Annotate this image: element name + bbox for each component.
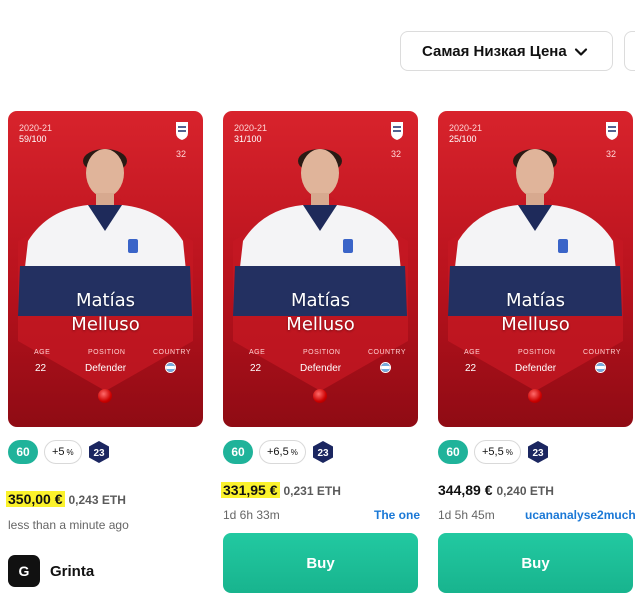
level-hexagon-icon: 23 bbox=[88, 441, 109, 463]
player-last-name: Melluso bbox=[71, 314, 140, 335]
country-label: COUNTRY bbox=[583, 349, 621, 356]
seller-link[interactable]: ucananalyse2much bbox=[525, 508, 635, 522]
buy-button[interactable]: Buy bbox=[438, 533, 633, 593]
ball-icon bbox=[528, 389, 542, 403]
argentina-flag-icon bbox=[380, 362, 391, 373]
buy-button[interactable]: Buy bbox=[223, 533, 418, 593]
card-season: 2020-21 bbox=[19, 123, 53, 133]
card-shirt-number: 32 bbox=[390, 149, 401, 159]
player-last-name: Melluso bbox=[501, 314, 570, 335]
age-value: 22 bbox=[250, 363, 262, 374]
country-label: COUNTRY bbox=[153, 349, 191, 356]
price-eur: 350,00 € bbox=[6, 491, 65, 507]
position-value: Defender bbox=[85, 363, 127, 374]
player-name: Matías Melluso bbox=[223, 289, 418, 337]
card-season: 2020-21 bbox=[234, 123, 268, 133]
owner-name[interactable]: Grinta bbox=[50, 563, 94, 580]
player-name: Matías Melluso bbox=[438, 289, 633, 337]
listing-time: less than a minute ago bbox=[8, 518, 129, 532]
seller-link[interactable]: The one bbox=[374, 508, 420, 522]
position-label: POSITION bbox=[88, 349, 126, 356]
position-value: Defender bbox=[300, 363, 342, 374]
price-eth: 0,243 ETH bbox=[68, 493, 126, 507]
bonus-badge: +6,5% bbox=[259, 440, 306, 464]
club-crest-icon bbox=[391, 122, 403, 140]
price-row: 344,89 € 0,240 ETH bbox=[438, 482, 554, 498]
card-season: 2020-21 bbox=[449, 123, 483, 133]
age-value: 22 bbox=[35, 363, 47, 374]
player-image bbox=[18, 149, 192, 316]
score-badge: 60 bbox=[223, 440, 253, 464]
card-badges: 60 +5,5% 23 bbox=[438, 440, 550, 464]
argentina-flag-icon bbox=[165, 362, 176, 373]
level-hexagon-icon: 23 bbox=[312, 441, 333, 463]
ball-icon bbox=[313, 389, 327, 403]
filter-button[interactable] bbox=[624, 31, 635, 71]
sort-dropdown[interactable]: Самая Низкая Цена bbox=[400, 31, 613, 71]
price-eur: 344,89 € bbox=[438, 482, 493, 498]
age-label: AGE bbox=[34, 349, 51, 356]
player-card[interactable]: 2020-21 25/100 32 Matías Melluso AGE POS… bbox=[438, 111, 633, 427]
svg-text:23: 23 bbox=[317, 448, 329, 459]
position-value: Defender bbox=[515, 363, 557, 374]
position-label: POSITION bbox=[303, 349, 341, 356]
club-crest-icon bbox=[606, 122, 618, 140]
listing-time: 1d 5h 45m bbox=[438, 508, 495, 522]
price-row: 331,95 € 0,231 ETH bbox=[221, 482, 341, 498]
player-first-name: Matías bbox=[505, 290, 566, 311]
sort-dropdown-label: Самая Низкая Цена bbox=[422, 42, 567, 60]
card-serial: 25/100 bbox=[449, 134, 477, 144]
level-hexagon-icon: 23 bbox=[527, 441, 548, 463]
age-label: AGE bbox=[249, 349, 266, 356]
position-label: POSITION bbox=[518, 349, 556, 356]
player-first-name: Matías bbox=[75, 290, 136, 311]
player-name: Matías Melluso bbox=[8, 289, 203, 337]
argentina-flag-icon bbox=[595, 362, 606, 373]
bonus-badge: +5% bbox=[44, 440, 82, 464]
player-card[interactable]: 2020-21 59/100 32 Matías Melluso AGE POS… bbox=[8, 111, 203, 427]
price-eur: 331,95 € bbox=[221, 482, 280, 498]
bonus-badge: +5,5% bbox=[474, 440, 521, 464]
ball-icon bbox=[98, 389, 112, 403]
player-card[interactable]: 2020-21 31/100 32 Matías Melluso AGE POS… bbox=[223, 111, 418, 427]
score-badge: 60 bbox=[8, 440, 38, 464]
svg-text:23: 23 bbox=[93, 448, 105, 459]
age-value: 22 bbox=[465, 363, 477, 374]
player-image bbox=[233, 149, 407, 316]
card-badges: 60 +6,5% 23 bbox=[223, 440, 335, 464]
player-image bbox=[448, 149, 622, 316]
card-serial: 59/100 bbox=[19, 134, 47, 144]
price-eth: 0,231 ETH bbox=[283, 484, 341, 498]
price-row: 350,00 € 0,243 ETH bbox=[6, 491, 126, 507]
club-crest-icon bbox=[176, 122, 188, 140]
player-first-name: Matías bbox=[290, 290, 351, 311]
player-last-name: Melluso bbox=[286, 314, 355, 335]
listing-time: 1d 6h 33m bbox=[223, 508, 280, 522]
age-label: AGE bbox=[464, 349, 481, 356]
owner-avatar[interactable]: G bbox=[8, 555, 40, 587]
svg-text:23: 23 bbox=[532, 448, 544, 459]
score-badge: 60 bbox=[438, 440, 468, 464]
card-serial: 31/100 bbox=[234, 134, 262, 144]
card-shirt-number: 32 bbox=[605, 149, 616, 159]
country-label: COUNTRY bbox=[368, 349, 406, 356]
price-eth: 0,240 ETH bbox=[496, 484, 554, 498]
chevron-down-icon bbox=[574, 48, 588, 56]
card-shirt-number: 32 bbox=[175, 149, 186, 159]
card-badges: 60 +5% 23 bbox=[8, 440, 111, 464]
